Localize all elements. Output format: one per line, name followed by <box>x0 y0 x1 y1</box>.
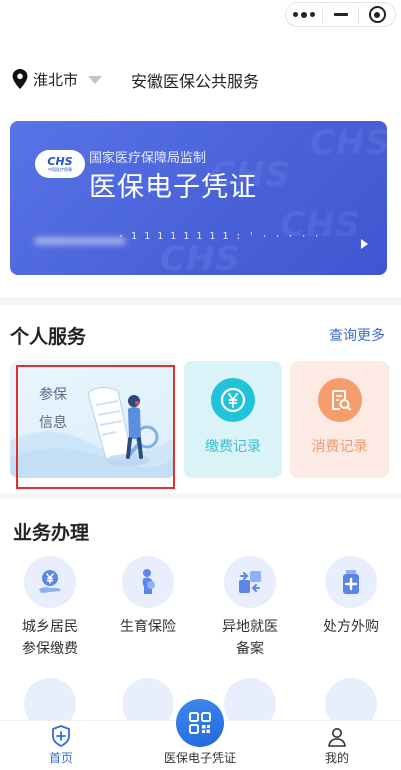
receipt-search-icon <box>318 378 362 422</box>
play-arrow-icon[interactable] <box>361 239 368 249</box>
maternity-icon <box>122 556 174 608</box>
page-title: 安徽医保公共服务 <box>131 72 260 91</box>
payment-records-label: 缴费记录 <box>205 439 261 455</box>
card-title: 医保电子凭证 <box>89 172 257 203</box>
city-selector[interactable]: 淮北市 <box>12 66 103 92</box>
user-profile-icon <box>328 728 346 747</box>
section-divider <box>0 297 401 305</box>
consumption-records-label: 消费记录 <box>311 439 368 455</box>
query-more-link[interactable]: 查询更多 <box>329 325 385 345</box>
chs-logo: CHS 中国医疗保障 <box>35 150 85 178</box>
biz-label-line1: 处方外购 <box>323 619 379 635</box>
biz-resident-payment[interactable]: 城乡居民 参保缴费 <box>0 556 100 660</box>
location-pin-icon <box>12 69 28 89</box>
hand-yen-icon <box>24 556 76 608</box>
nav-home-label: 首页 <box>48 751 73 765</box>
section-divider <box>0 493 401 499</box>
document-magnifier-illustration <box>10 386 175 478</box>
biz-label-line1: 生育保险 <box>120 619 176 635</box>
biz-label-line2: 备案 <box>236 641 264 657</box>
business-title: 业务办理 <box>13 522 90 544</box>
transfer-arrows-icon <box>224 556 276 608</box>
qr-scan-button[interactable] <box>176 699 224 747</box>
qr-code-icon <box>189 712 211 734</box>
shield-plus-icon <box>52 725 70 747</box>
card-subtitle: 国家医疗保障局监制 <box>89 151 207 166</box>
chs-logo-subtext: 中国医疗保障 <box>48 166 72 172</box>
biz-label-line2: 参保缴费 <box>22 641 78 657</box>
close-icon[interactable] <box>359 3 395 26</box>
biz-maternity-insurance[interactable]: 生育保险 <box>98 556 198 638</box>
medical-insurance-card[interactable]: CHS CHS CHS CHS CHS 中国医疗保障 国家医疗保障局监制 医保电… <box>10 121 387 275</box>
nav-mine[interactable]: 我的 <box>314 721 360 770</box>
payment-records-card[interactable]: 缴费记录 <box>184 361 282 478</box>
insurance-info-card[interactable]: 参保 信息 <box>10 361 175 478</box>
biz-label-line1: 异地就医 <box>222 619 278 635</box>
caret-down-icon <box>88 76 103 84</box>
medicine-bottle-icon <box>325 556 377 608</box>
city-name: 淮北市 <box>33 70 79 89</box>
mini-program-capsule <box>285 2 396 27</box>
more-dots-icon[interactable] <box>286 3 322 26</box>
nav-home[interactable]: 首页 <box>36 721 86 770</box>
chs-logo-text: CHS <box>47 154 73 168</box>
biz-prescription-purchase[interactable]: 处方外购 <box>301 556 401 638</box>
personal-services-title: 个人服务 <box>10 326 87 348</box>
nav-mine-label: 我的 <box>324 751 349 765</box>
consumption-records-card[interactable]: 消费记录 <box>290 361 389 478</box>
nav-e-voucher-label: 医保电子凭证 <box>163 751 236 765</box>
minimize-icon[interactable] <box>323 3 359 26</box>
masked-card-number: · 1 1 1 1 1 1 1 1 : ' · · · · · <box>26 231 320 246</box>
biz-label-line1: 城乡居民 <box>22 619 78 635</box>
yen-coin-icon <box>211 378 255 422</box>
card-number-text: · 1 1 1 1 1 1 1 1 : ' · · · · · <box>118 231 321 242</box>
biz-remote-medical-filing[interactable]: 异地就医 备案 <box>200 556 300 660</box>
card-watermark: CHS <box>310 123 387 163</box>
